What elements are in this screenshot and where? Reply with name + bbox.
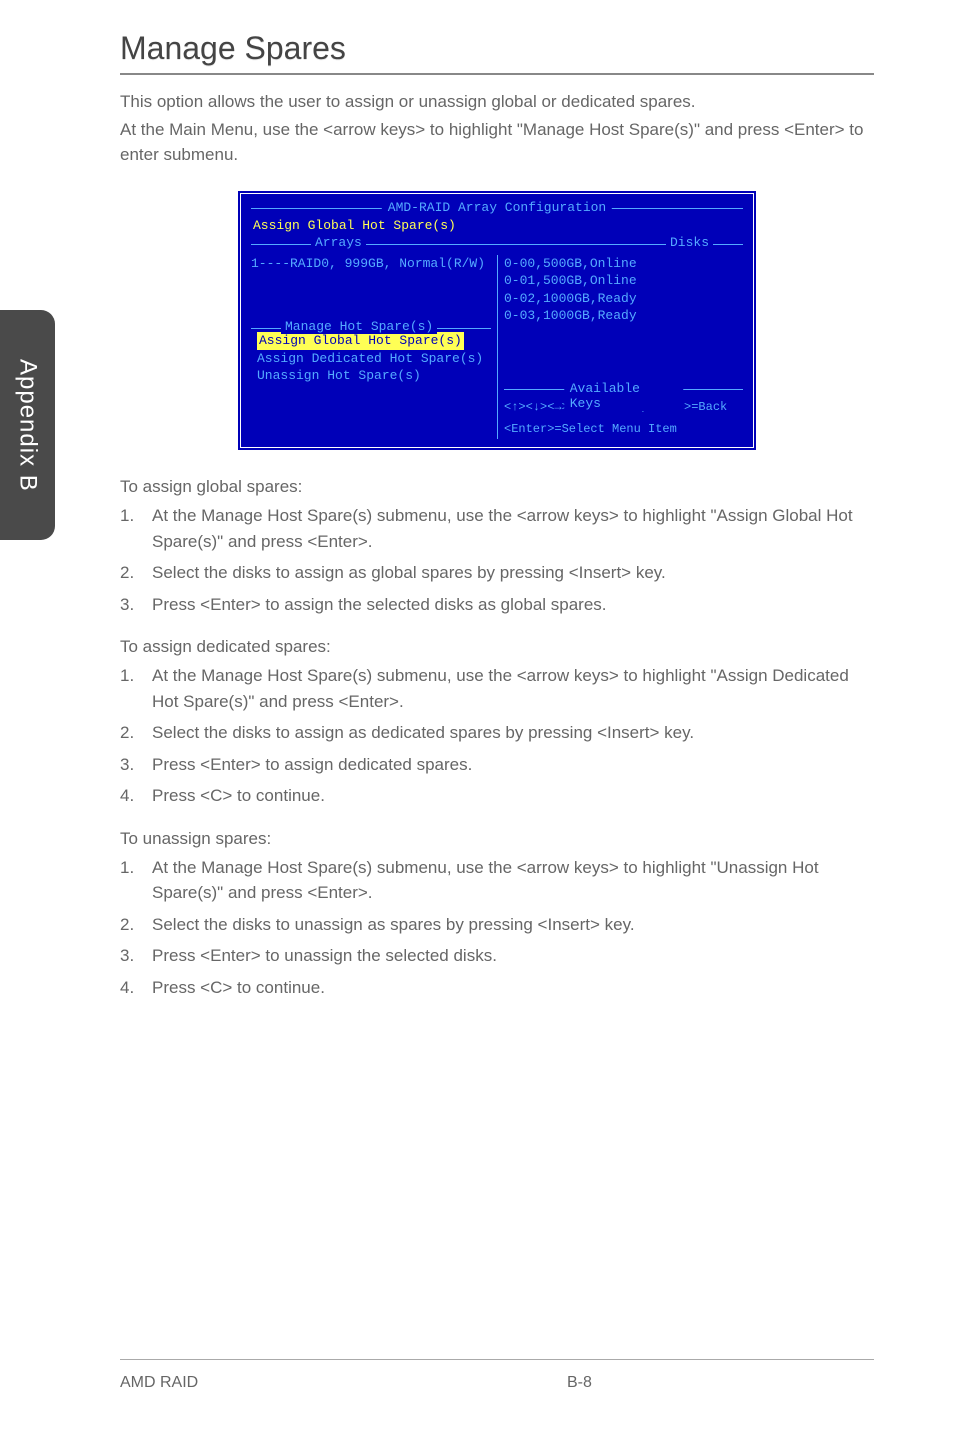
page-title: Manage Spares	[120, 30, 874, 75]
bios-screenshot: AMD-RAID Array Configuration Assign Glob…	[120, 190, 874, 452]
menu-assign-dedicated[interactable]: Assign Dedicated Hot Spare(s)	[257, 350, 485, 368]
global-spares-heading: To assign global spares:	[120, 477, 874, 497]
intro-paragraph-1: This option allows the user to assign or…	[120, 89, 874, 115]
bios-subtitle: Assign Global Hot Spare(s)	[253, 218, 743, 233]
disk-entry: 0-03,1000GB,Ready	[504, 307, 743, 325]
intro-paragraph-2: At the Main Menu, use the <arrow keys> t…	[120, 117, 874, 168]
disks-column-label: Disks	[666, 235, 713, 250]
menu-unassign[interactable]: Unassign Hot Spare(s)	[257, 367, 485, 385]
disk-entry: 0-02,1000GB,Ready	[504, 290, 743, 308]
disk-entry: 0-00,500GB,Online	[504, 255, 743, 273]
footer-left: AMD RAID	[120, 1374, 427, 1392]
list-item: Select the disks to unassign as spares b…	[120, 912, 874, 938]
bios-title: AMD-RAID Array Configuration	[382, 200, 612, 215]
list-item: Select the disks to assign as global spa…	[120, 560, 874, 586]
list-item: Press <Enter> to assign the selected dis…	[120, 592, 874, 618]
disk-entry: 0-01,500GB,Online	[504, 272, 743, 290]
global-steps-list: At the Manage Host Spare(s) submenu, use…	[120, 503, 874, 617]
menu-assign-global[interactable]: Assign Global Hot Spare(s)	[257, 332, 464, 350]
array-entry: 1----RAID0, 999GB, Normal(R/W)	[251, 255, 491, 273]
list-item: At the Manage Host Spare(s) submenu, use…	[120, 503, 874, 554]
page-content: Manage Spares This option allows the use…	[0, 0, 954, 1036]
list-item: At the Manage Host Spare(s) submenu, use…	[120, 663, 874, 714]
arrays-column-label: Arrays	[311, 235, 366, 250]
keys-line-2: <Enter>=Select Menu Item	[504, 417, 743, 439]
list-item: Select the disks to assign as dedicated …	[120, 720, 874, 746]
page-footer: AMD RAID B-8	[120, 1359, 874, 1392]
side-tab: Appendix B	[0, 310, 55, 540]
list-item: Press <Enter> to unassign the selected d…	[120, 943, 874, 969]
list-item: Press <C> to continue.	[120, 975, 874, 1001]
manage-hot-spares-legend: Manage Hot Spare(s)	[281, 319, 437, 334]
unassign-spares-heading: To unassign spares:	[120, 829, 874, 849]
list-item: Press <Enter> to assign dedicated spares…	[120, 752, 874, 778]
dedicated-steps-list: At the Manage Host Spare(s) submenu, use…	[120, 663, 874, 809]
dedicated-spares-heading: To assign dedicated spares:	[120, 637, 874, 657]
list-item: At the Manage Host Spare(s) submenu, use…	[120, 855, 874, 906]
unassign-steps-list: At the Manage Host Spare(s) submenu, use…	[120, 855, 874, 1001]
available-keys-legend: Available Keys	[564, 381, 684, 411]
footer-page-number: B-8	[427, 1374, 874, 1392]
side-tab-label: Appendix B	[14, 359, 42, 492]
bios-window: AMD-RAID Array Configuration Assign Glob…	[237, 190, 757, 452]
list-item: Press <C> to continue.	[120, 783, 874, 809]
